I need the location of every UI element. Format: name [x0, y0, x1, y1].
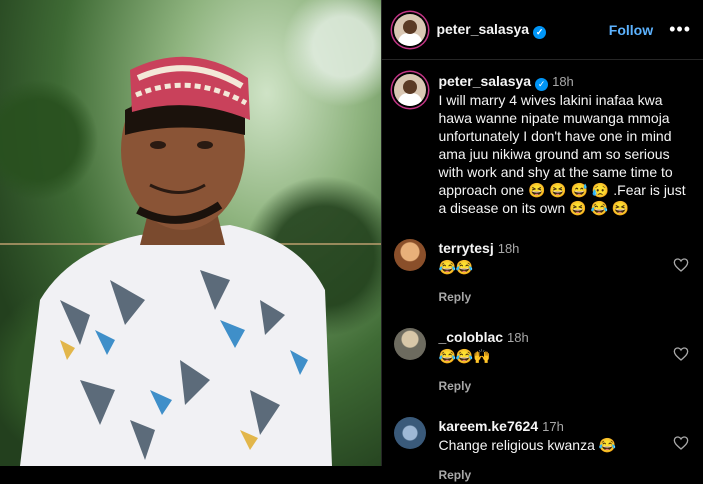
- commenter-username[interactable]: kareem.ke7624: [438, 418, 538, 434]
- comment-timestamp[interactable]: 18h: [507, 330, 529, 345]
- comment-item: kareem.ke7624 17h Change religious kwanza…: [382, 417, 703, 484]
- comment-body: kareem.ke7624 17h Change religious kwanza…: [438, 417, 616, 484]
- commenter-avatar[interactable]: [394, 328, 427, 360]
- reply-button[interactable]: Reply: [438, 466, 616, 484]
- comment-body: _coloblac 18h 😂😂🙌 Reply: [438, 328, 528, 395]
- more-options-icon[interactable]: •••: [669, 19, 691, 40]
- comment-text: Change religious kwanza 😂: [438, 437, 617, 453]
- commenter-avatar[interactable]: [394, 417, 427, 449]
- comment-timestamp[interactable]: 18h: [498, 241, 520, 256]
- caption-verified-badge-icon: ✓: [535, 78, 549, 91]
- like-heart-icon[interactable]: [673, 346, 689, 362]
- post-photo: [0, 0, 382, 466]
- caption-timestamp[interactable]: 18h: [552, 74, 574, 89]
- caption-body: peter_salasya ✓ 18h I will marry 4 wives l…: [438, 72, 688, 217]
- author-avatar[interactable]: [394, 13, 427, 46]
- comment-item: _coloblac 18h 😂😂🙌 Reply: [382, 328, 703, 395]
- like-heart-icon[interactable]: [673, 257, 689, 273]
- verified-badge-icon: ✓: [533, 25, 547, 39]
- comment-text: 😂😂🙌: [438, 348, 491, 364]
- comment-body: terrytesj 18h 😂😂 Reply: [438, 239, 519, 306]
- reply-button[interactable]: Reply: [438, 288, 519, 306]
- caption-author-name[interactable]: peter_salasya: [438, 73, 531, 89]
- commenter-avatar[interactable]: [394, 239, 427, 271]
- like-heart-icon[interactable]: [673, 435, 689, 451]
- comment-item: terrytesj 18h 😂😂 Reply: [382, 239, 703, 306]
- comment-text: 😂😂: [438, 259, 474, 275]
- author-username[interactable]: peter_salasya ✓: [436, 21, 547, 39]
- post-caption: peter_salasya ✓ 18h I will marry 4 wives l…: [382, 60, 703, 217]
- author-username-text[interactable]: peter_salasya: [436, 21, 529, 37]
- commenter-username[interactable]: _coloblac: [438, 329, 503, 345]
- follow-button[interactable]: Follow: [609, 22, 653, 38]
- reply-button[interactable]: Reply: [438, 377, 528, 395]
- man-in-kufi-hat-illustration: [20, 56, 332, 466]
- post-side-panel: peter_salasya ✓ Follow ••• peter_salasya ✓…: [381, 0, 703, 482]
- caption-text: I will marry 4 wives lakini inafaa kwa h…: [438, 92, 686, 216]
- comment-timestamp[interactable]: 17h: [542, 419, 564, 434]
- commenter-username[interactable]: terrytesj: [438, 240, 493, 256]
- post-header: peter_salasya ✓ Follow •••: [382, 0, 703, 60]
- caption-author-avatar[interactable]: [394, 74, 427, 106]
